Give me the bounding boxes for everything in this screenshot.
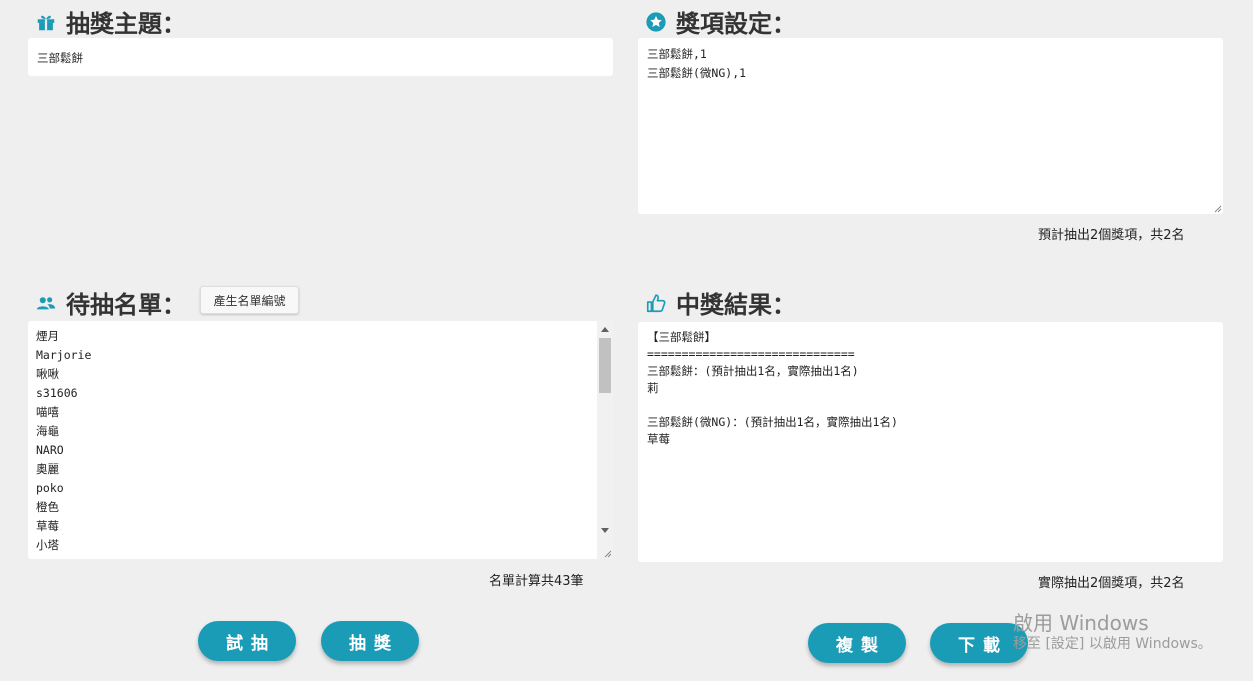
prizes-textarea[interactable]: 三部鬆餅,1 三部鬆餅(微NG),1 <box>638 38 1223 214</box>
results-heading: 中獎結果： <box>644 285 796 320</box>
resize-handle-icon[interactable] <box>1212 203 1222 213</box>
candidates-heading-text: 待抽名單： <box>66 291 186 319</box>
resize-handle-icon[interactable] <box>602 548 612 558</box>
thumbs-up-icon <box>644 291 668 315</box>
result-line: 三部鬆餅：(預計抽出1名，實際抽出1名) <box>647 364 859 378</box>
theme-heading: 抽獎主題： <box>34 4 186 39</box>
candidates-heading: 待抽名單： <box>34 285 186 320</box>
windows-watermark-subtitle: 移至 [設定] 以啟用 Windows。 <box>1013 636 1212 652</box>
result-line: 草莓 <box>647 432 670 446</box>
candidates-hint: 名單計算共43筆 <box>489 574 584 589</box>
theme-heading-text: 抽獎主題： <box>66 10 186 38</box>
candidate-line: 草莓 <box>36 519 59 533</box>
trial-draw-button[interactable]: 試抽 <box>198 621 296 661</box>
generate-list-number-button[interactable]: 產生名單編號 <box>200 286 299 314</box>
prize-line: 三部鬆餅(微NG),1 <box>647 66 747 80</box>
prize-line: 三部鬆餅,1 <box>647 47 707 61</box>
candidate-line: 奧麗 <box>36 462 59 476</box>
star-circle-icon <box>644 10 668 34</box>
download-button[interactable]: 下載 <box>930 623 1028 663</box>
copy-button[interactable]: 複製 <box>808 623 906 663</box>
scroll-up-arrow-icon[interactable] <box>601 327 609 332</box>
scroll-down-arrow-icon[interactable] <box>601 528 609 533</box>
users-icon <box>34 291 58 315</box>
candidate-line: 海龜 <box>36 424 59 438</box>
results-hint: 實際抽出2個獎項，共2名 <box>1038 576 1185 591</box>
candidate-line: 橙色 <box>36 500 59 514</box>
prizes-heading-text: 獎項設定： <box>676 10 796 38</box>
candidate-line: NARO <box>36 443 64 457</box>
candidate-line: 喵嘻 <box>36 405 59 419</box>
gift-icon <box>34 10 58 34</box>
candidates-scrollbar[interactable] <box>597 321 613 559</box>
prizes-hint: 預計抽出2個獎項，共2名 <box>1038 228 1185 243</box>
candidate-line: s31606 <box>36 386 78 400</box>
result-line: 莉 <box>647 381 659 395</box>
result-line <box>647 397 1214 414</box>
results-textarea[interactable]: 【三部鬆餅】 ============================== 三部… <box>638 322 1223 562</box>
candidate-line: 煙月 <box>36 329 59 343</box>
scroll-thumb[interactable] <box>599 338 611 393</box>
candidate-line: Marjorie <box>36 348 92 362</box>
windows-watermark-title: 啟用 Windows <box>1013 611 1149 635</box>
result-line: 【三部鬆餅】 <box>647 330 716 344</box>
draw-button[interactable]: 抽獎 <box>321 621 419 661</box>
result-line: 三部鬆餅(微NG)：(預計抽出1名，實際抽出1名) <box>647 415 898 429</box>
result-line: ============================== <box>647 347 855 361</box>
candidates-textarea[interactable]: 煙月 Marjorie 啾啾 s31606 喵嘻 海龜 NARO 奧麗 poko… <box>28 321 613 559</box>
prizes-heading: 獎項設定： <box>644 4 796 39</box>
candidate-line: 小塔 <box>36 538 59 552</box>
results-heading-text: 中獎結果： <box>676 291 796 319</box>
theme-input-value: 三部鬆餅 <box>37 51 83 65</box>
theme-input[interactable]: 三部鬆餅 <box>28 38 613 76</box>
candidate-line: poko <box>36 481 64 495</box>
candidate-line: 啾啾 <box>36 367 59 381</box>
